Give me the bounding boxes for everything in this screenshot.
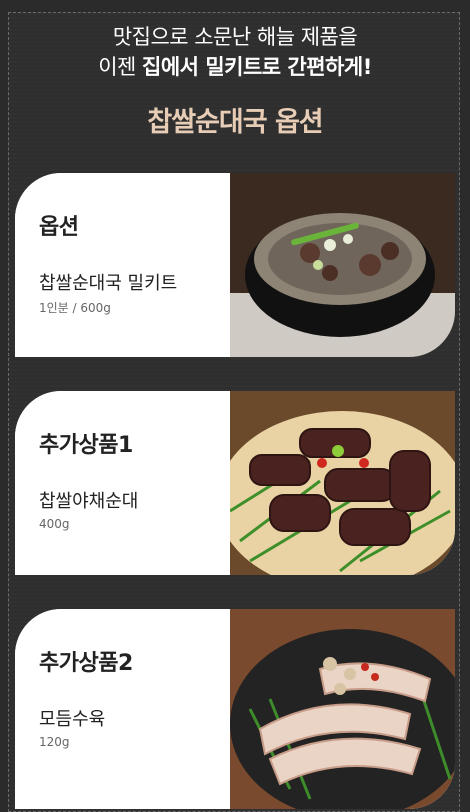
option-spec: 400g xyxy=(39,517,70,531)
option-spec: 1인분 / 600g xyxy=(39,301,111,315)
sundae-soup-photo xyxy=(230,173,455,357)
headline-line2: 이젠 집에서 밀키트로 간편하게! xyxy=(0,52,470,82)
option-card-3[interactable]: 추가상품2 모듬수육 120g xyxy=(15,609,455,809)
option-name: 찹쌀야채순대 xyxy=(39,491,139,512)
sundae-platter-photo xyxy=(230,391,455,575)
headline-line1: 맛집으로 소문난 해늘 제품을 xyxy=(112,25,358,49)
option-card-1[interactable]: 옵션 찹쌀순대국 밀키트 1인분 / 600g xyxy=(15,173,455,357)
option-card-2[interactable]: 추가상품1 찹쌀야채순대 400g xyxy=(15,391,455,575)
headline: 맛집으로 소문난 해늘 제품을 이젠 집에서 밀키트로 간편하게! xyxy=(0,22,470,82)
headline-line2-prefix: 이젠 xyxy=(98,55,143,79)
suyuk-platter-photo xyxy=(230,609,455,809)
headline-line2-bold: 집에서 밀키트로 간편하게! xyxy=(142,55,372,79)
option-category: 추가상품2 xyxy=(39,651,133,676)
option-card-text: 추가상품1 찹쌀야채순대 400g xyxy=(15,391,230,575)
option-spec: 120g xyxy=(39,735,70,749)
option-category: 옵션 xyxy=(39,215,79,240)
option-card-text: 추가상품2 모듬수육 120g xyxy=(15,609,230,809)
option-category: 추가상품1 xyxy=(39,433,133,458)
option-name: 모듬수육 xyxy=(39,709,106,730)
section-title: 찹쌀순대국 옵션 xyxy=(147,107,323,138)
option-card-text: 옵션 찹쌀순대국 밀키트 1인분 / 600g xyxy=(15,173,230,357)
option-name: 찹쌀순대국 밀키트 xyxy=(39,273,178,294)
